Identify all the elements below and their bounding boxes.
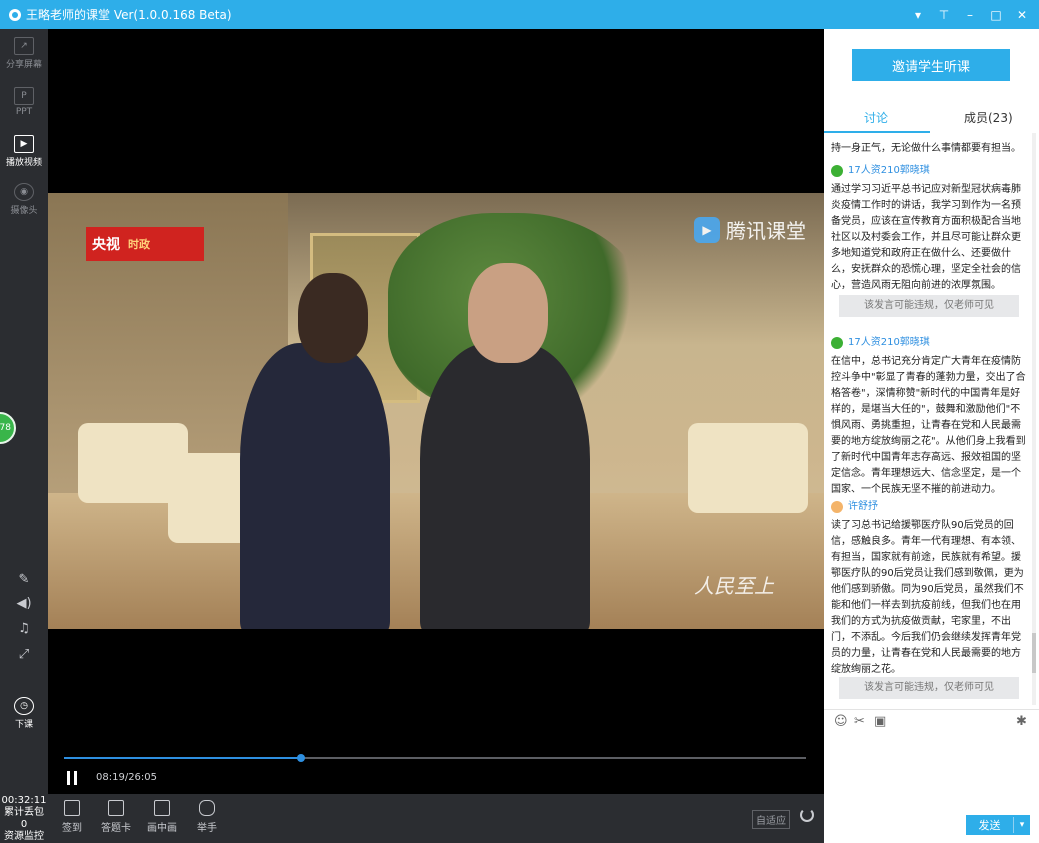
chat-list[interactable]: 持一身正气，无论做什么事情都要有担当。 17人资210郭晓琪 通过学习习近平总书… (824, 133, 1032, 705)
minimize-icon[interactable]: – (959, 4, 981, 26)
avatar-icon (831, 501, 843, 513)
send-label: 发送 (966, 817, 1014, 833)
packet-loss-label: 累计丢包 (4, 807, 44, 818)
packet-loss-value: 0 (20, 819, 28, 830)
speaker-icon[interactable]: ◀) (14, 596, 34, 614)
chat-message-partial: 持一身正气，无论做什么事情都要有担当。 (831, 141, 1029, 157)
cctv-sub-label: 时政 (128, 238, 150, 251)
window-title: 王略老师的课堂 Ver(1.0.0.168 Beta) (26, 8, 232, 22)
cctv-logo: 央视 时政 (86, 227, 204, 261)
author-name: 17人资210郭晓琪 (848, 165, 930, 176)
bottom-toolbar: 签到 答题卡 画中画 举手 自适应 (48, 794, 824, 843)
end-class-label: 下课 (14, 720, 33, 730)
pip-label: 画中画 (147, 823, 177, 834)
elapsed-time: 00:32:11 (1, 795, 47, 806)
app-logo-icon (9, 8, 21, 21)
calendar-check-icon (64, 800, 80, 816)
fit-button[interactable]: 自适应 (752, 810, 790, 829)
side-tabs: 讨论 成员(23) (824, 101, 1039, 129)
ppt-button[interactable]: P PPT (0, 87, 48, 117)
tab-discuss[interactable]: 讨论 (864, 109, 888, 126)
seek-bar-fill (64, 757, 301, 759)
seek-bar[interactable] (64, 754, 806, 762)
wechat-icon (831, 165, 843, 177)
share-screen-icon: ↗ (14, 37, 34, 55)
chat-message: 17人资210郭晓琪 通过学习习近平总书记应对新型冠状病毒肺炎疫情工作时的讲话，… (831, 163, 1029, 294)
watermark-text: 人民至上 (694, 574, 774, 598)
settings-icon[interactable]: ✱ (1016, 714, 1027, 729)
ppt-label: PPT (15, 107, 33, 117)
pin-icon[interactable]: ⊤ (933, 4, 955, 26)
raise-hand-label: 举手 (197, 823, 217, 834)
timecode: 08:19/26:05 (96, 772, 158, 783)
video-frame: 央视 时政 ▶ 腾讯课堂 人民至上 (48, 193, 824, 629)
sign-in-label: 签到 (62, 823, 82, 834)
invite-students-button[interactable]: 邀请学生听课 (852, 49, 1010, 81)
raise-hand-button[interactable]: 举手 (197, 800, 217, 834)
play-video-icon: ▶ (14, 135, 34, 153)
fullscreen-icon[interactable]: ⤢ (14, 647, 34, 665)
status-panel: 00:32:11 累计丢包 0 资源监控 (0, 795, 48, 843)
hand-icon (199, 800, 215, 816)
power-icon[interactable] (800, 808, 814, 822)
answer-card-label: 答题卡 (101, 823, 131, 834)
pause-icon[interactable] (67, 771, 77, 785)
music-icon[interactable]: ♫ (14, 621, 34, 639)
author-name: 17人资210郭晓琪 (848, 337, 930, 348)
image-icon[interactable]: ▣ (874, 714, 886, 729)
message-author[interactable]: 17人资210郭晓琪 (831, 335, 1029, 351)
cctv-label: 央视 (92, 237, 120, 253)
ppt-icon: P (14, 87, 34, 105)
tencent-class-logo: ▶ 腾讯课堂 (694, 215, 806, 244)
camera-button[interactable]: ◉ 摄像头 (0, 183, 48, 216)
resource-monitor-label[interactable]: 资源监控 (0, 831, 48, 843)
pip-icon (154, 800, 170, 816)
share-screen-button[interactable]: ↗ 分享屏幕 (0, 37, 48, 70)
message-text: 持一身正气，无论做什么事情都要有担当。 (831, 143, 1021, 154)
wechat-icon (831, 337, 843, 349)
tab-members[interactable]: 成员(23) (964, 109, 1013, 126)
dropdown-icon[interactable]: ▾ (907, 4, 929, 26)
message-text: 通过学习习近平总书记应对新型冠状病毒肺炎疫情工作时的讲话，我学习到作为一名预备党… (831, 184, 1021, 291)
tencent-label: 腾讯课堂 (726, 219, 806, 243)
tencent-play-icon: ▶ (694, 216, 720, 243)
chat-message: 17人资210郭晓琪 在信中，总书记充分肯定广大青年在疫情防控斗争中"彰显了青春… (831, 335, 1029, 498)
share-screen-label: 分享屏幕 (5, 60, 42, 70)
sign-in-button[interactable]: 签到 (62, 800, 82, 834)
camera-label: 摄像头 (10, 206, 38, 216)
violation-notice: 该发言可能违规，仅老师可见 (839, 295, 1019, 317)
title-bar: 王略老师的课堂 Ver(1.0.0.168 Beta) ▾ ⊤ – □ ✕ (0, 0, 1039, 29)
chat-scrollbar[interactable] (1032, 133, 1036, 705)
chat-message: 许舒抒 读了习总书记给援鄂医疗队90后党员的回信，感触良多。青年一代有理想、有本… (831, 499, 1029, 678)
message-author[interactable]: 17人资210郭晓琪 (831, 163, 1029, 179)
chat-input-toolbar: ☺ ✂ ▣ ✱ (824, 709, 1039, 733)
floating-badge[interactable]: 78 (0, 412, 16, 444)
play-video-label: 播放视频 (5, 158, 42, 168)
send-options-icon[interactable]: ▾ (1014, 820, 1030, 830)
message-text: 在信中，总书记充分肯定广大青年在疫情防控斗争中"彰显了青春的蓬勃力量，交出了合格… (831, 356, 1026, 495)
play-video-button[interactable]: ▶ 播放视频 (0, 135, 48, 168)
message-author[interactable]: 许舒抒 (831, 499, 1029, 515)
left-toolbar: ↗ 分享屏幕 P PPT ▶ 播放视频 ◉ 摄像头 78 ✎ ◀) ♫ ⤢ ◷ … (0, 29, 48, 843)
side-panel: 邀请学生听课 讨论 成员(23) 持一身正气，无论做什么事情都要有担当。 17人… (824, 29, 1039, 843)
answer-card-icon (108, 800, 124, 816)
maximize-icon[interactable]: □ (985, 4, 1007, 26)
author-name: 许舒抒 (848, 501, 878, 512)
emoji-icon[interactable]: ☺ (834, 714, 848, 729)
end-class-icon: ◷ (14, 697, 34, 715)
close-icon[interactable]: ✕ (1011, 4, 1033, 26)
end-class-button[interactable]: ◷ 下课 (0, 697, 48, 730)
send-button[interactable]: 发送 ▾ (966, 815, 1030, 835)
scissors-icon[interactable]: ✂ (854, 714, 865, 729)
message-text: 读了习总书记给援鄂医疗队90后党员的回信，感触良多。青年一代有理想、有本领、有担… (831, 520, 1024, 675)
violation-notice: 该发言可能违规，仅老师可见 (839, 677, 1019, 699)
video-player[interactable]: 央视 时政 ▶ 腾讯课堂 人民至上 08:19/26:05 (48, 29, 824, 794)
answer-card-button[interactable]: 答题卡 (101, 800, 131, 834)
pip-button[interactable]: 画中画 (147, 800, 177, 834)
seek-bar-handle[interactable] (296, 754, 305, 762)
mic-off-icon[interactable]: ✎ (14, 572, 34, 590)
camera-icon: ◉ (14, 183, 34, 201)
